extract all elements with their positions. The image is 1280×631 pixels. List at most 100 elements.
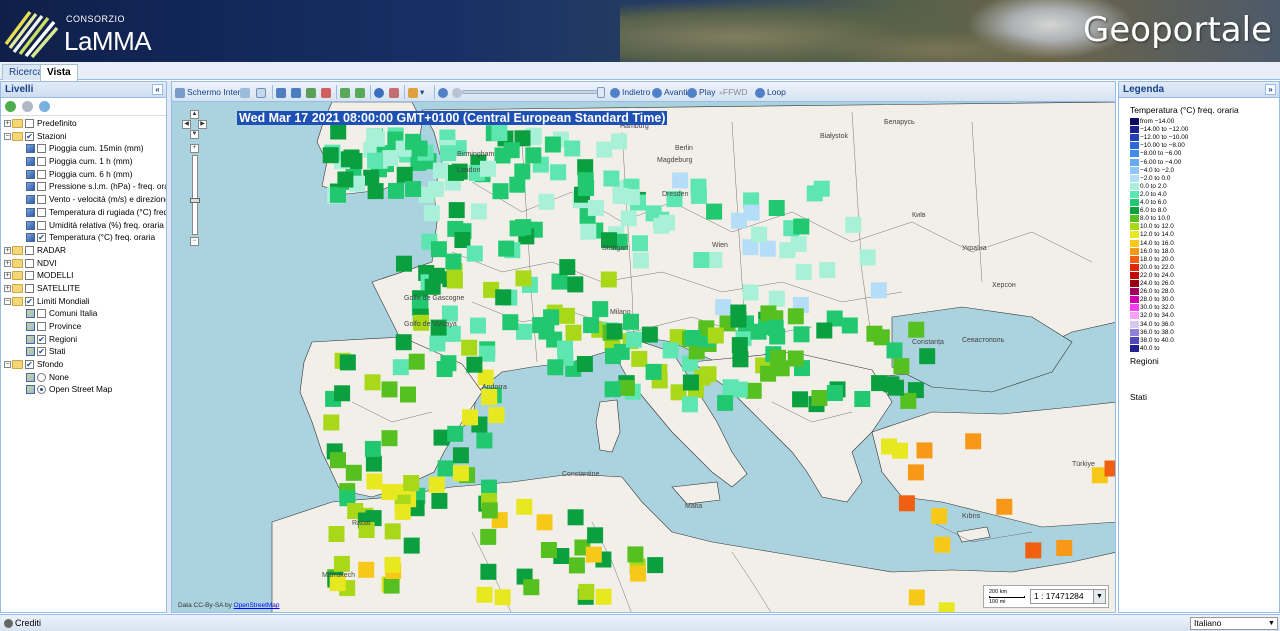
station-marker[interactable]: [631, 350, 648, 367]
station-marker[interactable]: [358, 561, 375, 578]
nav-back-button[interactable]: [340, 85, 352, 99]
station-marker[interactable]: [495, 289, 512, 306]
station-marker[interactable]: [568, 557, 585, 574]
layer-node[interactable]: + RADAR: [1, 244, 166, 257]
layer-node[interactable]: − ✔ Limiti Mondiali: [1, 295, 166, 308]
station-marker[interactable]: [620, 210, 637, 227]
station-marker[interactable]: [603, 170, 620, 187]
collapse-node-icon[interactable]: −: [4, 361, 11, 369]
play-button[interactable]: Play: [687, 85, 716, 99]
layer-radio[interactable]: [37, 372, 46, 382]
station-marker[interactable]: [364, 440, 381, 457]
pan-down-icon[interactable]: ▼: [190, 130, 199, 139]
station-marker[interactable]: [742, 284, 759, 301]
chart-button[interactable]: [389, 85, 401, 99]
station-marker[interactable]: [441, 305, 458, 322]
station-marker[interactable]: [768, 200, 785, 216]
station-marker[interactable]: [576, 356, 593, 372]
station-marker[interactable]: [498, 240, 515, 257]
time-slider[interactable]: [462, 87, 605, 98]
station-marker[interactable]: [494, 589, 511, 606]
layer-node[interactable]: Umidità relativa (%) freq. oraria: [1, 219, 166, 232]
station-marker[interactable]: [384, 523, 401, 540]
station-marker[interactable]: [618, 379, 635, 396]
pan-right-icon[interactable]: ▶: [198, 120, 207, 129]
layer-properties-icon[interactable]: [39, 100, 51, 112]
nav-forward-button[interactable]: [355, 85, 367, 99]
layer-checkbox[interactable]: [25, 283, 34, 293]
station-marker[interactable]: [859, 249, 876, 266]
layer-node[interactable]: + SATELLITE: [1, 282, 166, 295]
zoom-in-icon[interactable]: +: [190, 144, 199, 153]
layer-radio[interactable]: [37, 385, 46, 395]
layer-checkbox[interactable]: [37, 207, 46, 217]
station-marker[interactable]: [892, 442, 908, 459]
layer-node[interactable]: Pioggia cum. 15min (mm): [1, 142, 166, 155]
layer-checkbox[interactable]: [37, 220, 46, 230]
station-marker[interactable]: [580, 223, 597, 240]
station-marker[interactable]: [1104, 460, 1117, 477]
layer-checkbox[interactable]: ✔: [37, 334, 46, 344]
station-marker[interactable]: [938, 602, 955, 613]
station-marker[interactable]: [898, 495, 915, 512]
station-marker[interactable]: [364, 374, 381, 391]
station-marker[interactable]: [383, 577, 400, 594]
layer-checkbox[interactable]: ✔: [37, 233, 46, 243]
station-marker[interactable]: [447, 425, 464, 442]
station-marker[interactable]: [731, 337, 748, 354]
zoom-bar[interactable]: [190, 155, 200, 235]
station-marker[interactable]: [547, 359, 564, 376]
station-marker[interactable]: [491, 125, 508, 141]
layer-checkbox[interactable]: [37, 322, 46, 331]
station-marker[interactable]: [816, 322, 833, 339]
expand-node-icon[interactable]: +: [4, 272, 11, 280]
station-marker[interactable]: [480, 160, 496, 177]
station-marker[interactable]: [544, 136, 561, 153]
station-marker[interactable]: [403, 537, 420, 554]
layer-checkbox[interactable]: [37, 144, 46, 154]
station-marker[interactable]: [502, 314, 519, 331]
ffwd-button[interactable]: »FFWD: [719, 85, 747, 99]
station-marker[interactable]: [681, 396, 698, 413]
layer-node[interactable]: + Predefinito: [1, 117, 166, 130]
station-marker[interactable]: [466, 356, 483, 373]
station-marker[interactable]: [760, 365, 777, 382]
zoom-out-icon[interactable]: −: [190, 237, 199, 246]
station-marker[interactable]: [466, 245, 483, 262]
station-marker[interactable]: [611, 133, 627, 150]
station-marker[interactable]: [845, 216, 862, 233]
station-marker[interactable]: [428, 267, 445, 284]
station-marker[interactable]: [564, 140, 581, 157]
station-marker[interactable]: [470, 203, 487, 220]
map-canvas[interactable]: Hamburg Berlin Białystok Беларусь London Birm…: [172, 101, 1117, 613]
station-marker[interactable]: [440, 355, 457, 372]
station-marker[interactable]: [428, 476, 445, 493]
station-marker[interactable]: [596, 141, 613, 158]
station-marker[interactable]: [445, 253, 462, 270]
station-marker[interactable]: [606, 323, 623, 340]
station-marker[interactable]: [1056, 540, 1073, 556]
station-marker[interactable]: [381, 430, 398, 447]
station-marker[interactable]: [381, 381, 398, 398]
layer-node[interactable]: + MODELLI: [1, 269, 166, 282]
station-marker[interactable]: [343, 149, 360, 166]
station-marker[interactable]: [448, 202, 465, 219]
station-marker[interactable]: [400, 386, 416, 403]
layer-checkbox[interactable]: ✔: [37, 347, 46, 357]
station-marker[interactable]: [690, 187, 707, 204]
station-marker[interactable]: [388, 182, 404, 199]
loop-button[interactable]: Loop: [755, 85, 786, 99]
layer-checkbox[interactable]: [25, 119, 34, 128]
station-marker[interactable]: [516, 498, 533, 515]
layer-node[interactable]: Pioggia cum. 1 h (mm): [1, 155, 166, 168]
station-marker[interactable]: [826, 385, 843, 401]
station-marker[interactable]: [819, 262, 836, 279]
station-marker[interactable]: [706, 203, 723, 220]
station-marker[interactable]: [394, 503, 411, 520]
station-marker[interactable]: [488, 407, 505, 424]
station-marker[interactable]: [396, 255, 412, 272]
station-marker[interactable]: [330, 186, 346, 203]
station-marker[interactable]: [870, 282, 887, 299]
remove-layer-icon[interactable]: [22, 100, 34, 112]
layer-node[interactable]: Temperatura di rugiada (°C) freq. orari: [1, 206, 166, 219]
